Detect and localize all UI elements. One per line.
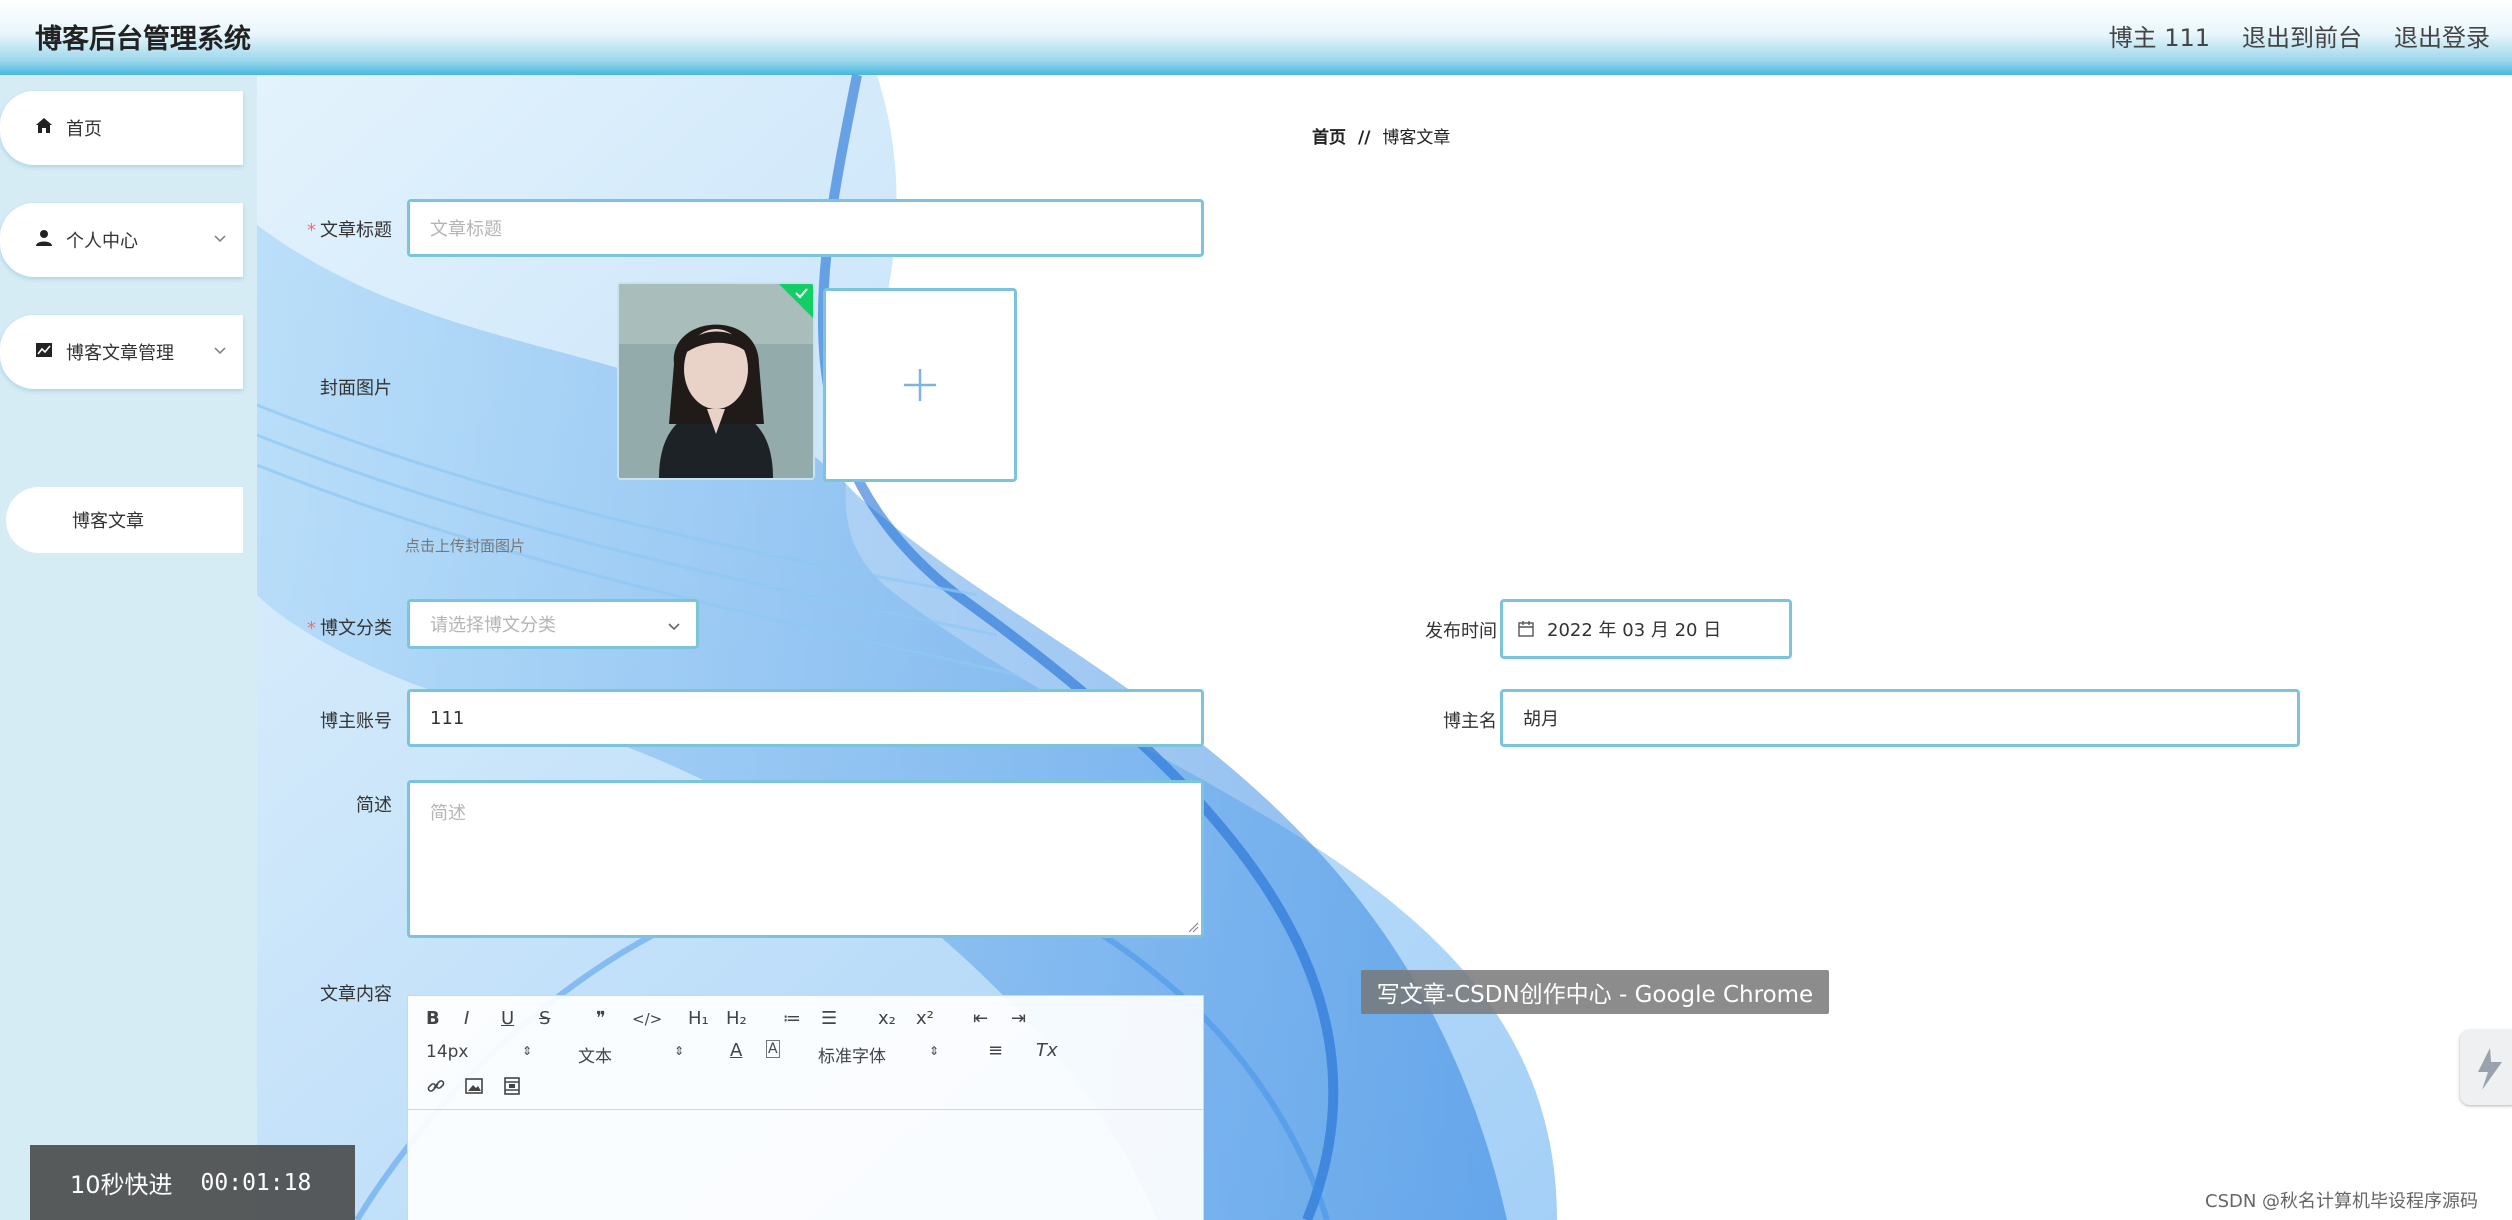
sidebar-item-label: 个人中心 — [66, 231, 138, 252]
title-label-text: 文章标题 — [320, 220, 392, 241]
strike-button[interactable]: S — [539, 1008, 550, 1029]
user-icon — [36, 230, 52, 246]
indent-button[interactable]: ⇥ — [1011, 1008, 1026, 1029]
chevron-down-icon — [214, 347, 226, 355]
account-value: 111 — [430, 707, 465, 729]
underline-button[interactable]: U — [501, 1008, 514, 1029]
cover-upload-tip: 点击上传封面图片 — [405, 537, 526, 555]
select-arrows-icon: ⇕ — [522, 1044, 533, 1058]
required-mark: * — [307, 220, 316, 241]
sidebar-item-label: 首页 — [66, 119, 102, 140]
top-header: 博客后台管理系统 博主 111 退出到前台 退出登录 — [0, 0, 2512, 75]
title-input[interactable]: 文章标题 — [407, 199, 1204, 257]
upload-success-check-icon — [779, 284, 813, 318]
blogger-name-label: 博主名 — [1443, 711, 1497, 732]
rich-text-editor: B I U S ❞ </> H₁ H₂ ≔ ☰ x₂ x² ⇤ ⇥ 14px ⇕… — [407, 995, 1204, 1220]
code-block-button[interactable]: </> — [632, 1010, 662, 1028]
publish-time-picker[interactable]: 2022 年 03 月 20 日 — [1500, 599, 1792, 659]
account-input[interactable]: 111 — [407, 689, 1204, 747]
subscript-button[interactable]: x₂ — [878, 1008, 896, 1029]
sidebar-subitem-label: 博客文章 — [72, 511, 144, 532]
align-button[interactable]: ≡ — [988, 1040, 1003, 1061]
resize-handle-icon[interactable] — [1187, 921, 1199, 933]
image-icon[interactable] — [464, 1076, 484, 1096]
playback-time: 00:01:18 — [200, 1169, 312, 1196]
header-nav: 博主 111 退出到前台 退出登录 — [2109, 18, 2490, 53]
chevron-down-icon — [668, 623, 680, 631]
video-icon[interactable] — [502, 1076, 522, 1096]
outdent-button[interactable]: ⇤ — [973, 1008, 988, 1029]
header-format-select[interactable]: 文本 ⇕ — [578, 1042, 688, 1067]
clear-format-button[interactable]: Tx — [1036, 1040, 1058, 1061]
sidebar-item-article-management[interactable]: 博客文章管理 — [0, 315, 243, 389]
category-label: * 博文分类 — [297, 614, 392, 640]
user-name-link[interactable]: 博主 111 — [2109, 18, 2210, 53]
category-select[interactable]: 请选择博文分类 — [407, 599, 699, 649]
content-label: 文章内容 — [320, 984, 392, 1005]
chevron-down-icon — [214, 235, 226, 243]
title-label: * 文章标题 — [297, 216, 392, 242]
exit-to-front-link[interactable]: 退出到前台 — [2242, 18, 2362, 53]
breadcrumb-separator: // — [1358, 128, 1371, 148]
home-icon — [36, 118, 52, 133]
font-color-button[interactable]: A — [730, 1040, 742, 1061]
window-tooltip: 写文章-CSDN创作中心 - Google Chrome — [1361, 970, 1829, 1014]
sidebar-item-home[interactable]: 首页 — [0, 91, 243, 165]
chart-icon — [36, 343, 52, 357]
calendar-icon — [1518, 621, 1534, 637]
select-arrows-icon: ⇕ — [929, 1044, 940, 1058]
breadcrumb-home[interactable]: 首页 — [1312, 128, 1346, 148]
video-player-bar[interactable]: 10秒快进 00:01:18 — [30, 1145, 355, 1220]
italic-button[interactable]: I — [464, 1008, 469, 1029]
link-icon[interactable] — [426, 1076, 446, 1096]
font-family-select[interactable]: 标准字体 ⇕ — [818, 1042, 943, 1067]
category-label-text: 博文分类 — [320, 618, 392, 639]
sidebar-item-personal-center[interactable]: 个人中心 — [0, 203, 243, 277]
blogger-name-value: 胡月 — [1523, 709, 1559, 730]
header-format-value: 文本 — [578, 1047, 612, 1067]
bold-button[interactable]: B — [426, 1008, 440, 1029]
blockquote-button[interactable]: ❞ — [596, 1008, 606, 1029]
account-label: 博主账号 — [320, 711, 392, 732]
ordered-list-button[interactable]: ≔ — [783, 1008, 801, 1029]
header-2-button[interactable]: H₂ — [726, 1008, 747, 1029]
csdn-watermark: CSDN @秋名计算机毕设程序源码 — [2205, 1191, 2479, 1212]
fast-forward-label[interactable]: 10秒快进 — [70, 1165, 173, 1200]
font-size-select[interactable]: 14px ⇕ — [426, 1042, 536, 1062]
lightning-icon — [2478, 1048, 2502, 1090]
cover-image-thumbnail[interactable] — [617, 282, 815, 480]
superscript-button[interactable]: x² — [916, 1008, 934, 1029]
plus-icon — [904, 369, 936, 401]
breadcrumb: 首页 // 博客文章 — [1312, 123, 1450, 148]
cover-label: 封面图片 — [320, 378, 392, 399]
category-placeholder: 请选择博文分类 — [430, 615, 556, 636]
select-arrows-icon: ⇕ — [674, 1044, 685, 1058]
breadcrumb-current: 博客文章 — [1382, 128, 1451, 148]
sidebar-subitem-blog-articles[interactable]: 博客文章 — [6, 487, 243, 553]
required-mark: * — [307, 618, 316, 639]
bullet-list-button[interactable]: ☰ — [821, 1008, 837, 1029]
floating-side-widget[interactable] — [2460, 1030, 2512, 1105]
summary-placeholder: 简述 — [430, 803, 466, 824]
font-size-value: 14px — [426, 1042, 469, 1062]
blogger-name-input[interactable]: 胡月 — [1500, 689, 2300, 747]
publish-time-value: 2022 年 03 月 20 日 — [1547, 620, 1722, 641]
sidebar: 首页 个人中心 博客文章管理 博客文章 — [0, 75, 257, 1220]
main-content: 首页//博客文章 * 文章标题 文章标题 封面图片 点击上传封面图片 * 博文分类 … — [257, 75, 2512, 1220]
logout-link[interactable]: 退出登录 — [2394, 18, 2490, 53]
font-family-value: 标准字体 — [818, 1047, 886, 1067]
summary-label: 简述 — [356, 795, 392, 816]
editor-toolbar: B I U S ❞ </> H₁ H₂ ≔ ☰ x₂ x² ⇤ ⇥ 14px ⇕… — [408, 996, 1203, 1110]
app-title: 博客后台管理系统 — [35, 24, 251, 55]
publish-time-label: 发布时间 — [1425, 621, 1497, 642]
summary-textarea[interactable]: 简述 — [407, 780, 1204, 938]
sidebar-item-label: 博客文章管理 — [66, 343, 174, 364]
cover-upload-button[interactable] — [823, 288, 1017, 482]
background-color-button[interactable]: A — [766, 1040, 780, 1058]
title-placeholder: 文章标题 — [430, 219, 502, 240]
header-1-button[interactable]: H₁ — [688, 1008, 709, 1029]
